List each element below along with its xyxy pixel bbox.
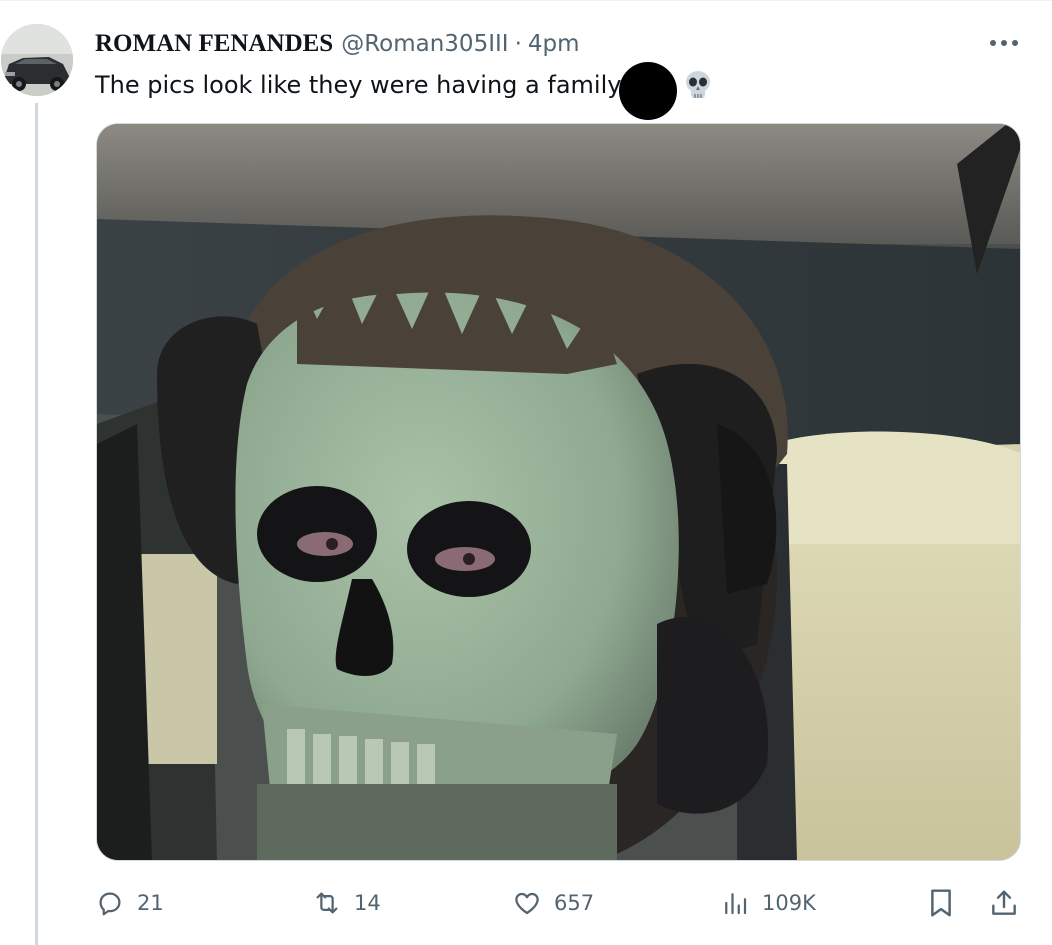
views-count: 109K xyxy=(762,891,816,915)
tweet-text: The pics look like they were having a fa… xyxy=(95,62,715,120)
repost-icon xyxy=(316,892,338,914)
author-handle[interactable]: @Roman305III xyxy=(341,31,508,57)
avatar[interactable] xyxy=(1,24,73,96)
views-icon xyxy=(725,893,747,915)
bookmark-button[interactable] xyxy=(926,887,956,919)
reply-button[interactable]: 21 xyxy=(95,885,164,921)
reply-icon xyxy=(99,892,121,916)
skull-emoji-icon xyxy=(686,71,711,98)
censored-word: orgy xyxy=(619,62,678,120)
more-horizontal-icon xyxy=(990,40,1018,46)
tweet-header: ROMAN FENANDES @Roman305III · 4pm xyxy=(95,27,580,61)
tweet-media-photo[interactable] xyxy=(96,123,1021,861)
share-button[interactable] xyxy=(988,887,1020,919)
author-display-name[interactable]: ROMAN FENANDES xyxy=(95,30,333,58)
censor-blot xyxy=(619,62,678,120)
repost-count: 14 xyxy=(354,891,381,915)
reply-count: 21 xyxy=(137,891,164,915)
like-button[interactable]: 657 xyxy=(512,885,594,921)
tweet-card[interactable]: ROMAN FENANDES @Roman305III · 4pm The pi… xyxy=(0,0,1052,945)
more-options-button[interactable] xyxy=(984,29,1024,57)
skull-mask-photo xyxy=(97,124,1020,860)
tweet-text-body: The pics look like they were having a fa… xyxy=(95,71,622,99)
share-icon xyxy=(992,890,1016,915)
header-separator: · xyxy=(514,31,522,57)
avatar-car-image xyxy=(1,24,73,96)
bookmark-icon xyxy=(931,889,951,917)
tweet-timestamp[interactable]: 4pm xyxy=(528,31,580,57)
repost-button[interactable]: 14 xyxy=(312,885,381,921)
like-count: 657 xyxy=(554,891,595,915)
views-button[interactable]: 109K xyxy=(720,885,816,921)
heart-icon xyxy=(515,892,539,915)
thread-connector-line xyxy=(35,103,38,945)
